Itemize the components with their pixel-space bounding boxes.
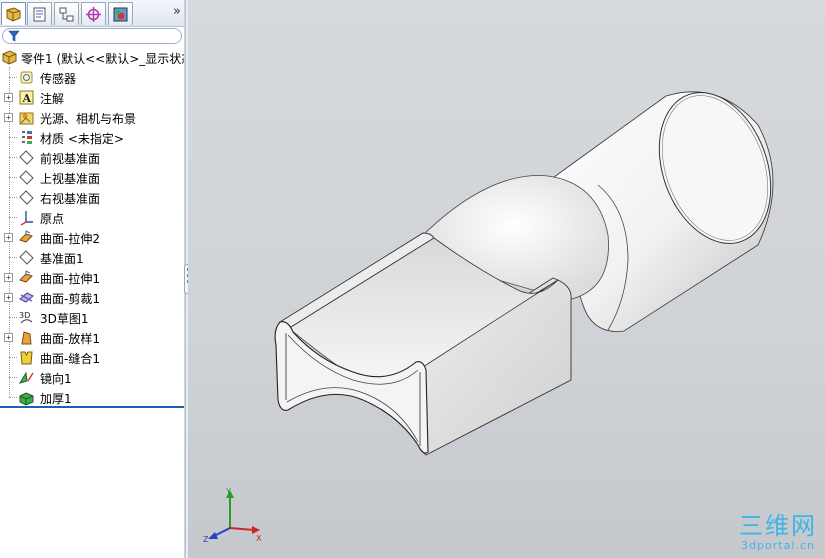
property-manager-tab[interactable] <box>27 2 52 25</box>
sketch-3d-icon: 3D <box>19 311 33 324</box>
tree-item-label: 加厚1 <box>40 392 72 406</box>
feature-manager-tab[interactable] <box>1 2 26 25</box>
mirror-icon <box>18 371 34 384</box>
tree-item-surface-extrude1[interactable]: + 曲面-拉伸1 <box>0 267 184 287</box>
expand-toggle[interactable]: + <box>4 333 13 342</box>
display-manager-tab[interactable] <box>108 2 133 25</box>
graphics-viewport[interactable]: Y X Z 三维网 3dportal.cn <box>188 0 825 558</box>
surface-extrude-icon <box>19 230 33 243</box>
tree-item-label: 曲面-拉伸2 <box>40 232 100 246</box>
surface-trim-icon <box>19 292 34 303</box>
tree-item-surface-loft1[interactable]: + 曲面-放样1 <box>0 327 184 347</box>
tree-item-label: 曲面-缝合1 <box>40 352 100 366</box>
feature-manager-panel: » 零件1 (默认<<默认>_显示状态 传感器 + A 注解 + 光源、相机与布… <box>0 0 185 558</box>
tree-item-label: 原点 <box>40 212 65 226</box>
manager-tab-bar: » <box>0 0 184 27</box>
tree-item-mirror1[interactable]: 镜向1 <box>0 367 184 387</box>
tree-item-surface-knit1[interactable]: 曲面-缝合1 <box>0 347 184 367</box>
tree-item-front-plane[interactable]: 前视基准面 <box>0 147 184 167</box>
expand-toggle[interactable]: + <box>4 93 13 102</box>
tree-item-label: 光源、相机与布景 <box>40 112 137 126</box>
tree-item-top-plane[interactable]: 上视基准面 <box>0 167 184 187</box>
svg-text:A: A <box>22 92 32 105</box>
triad-x-label: X <box>256 534 262 543</box>
tree-connector <box>9 77 17 78</box>
dim-xpert-tab[interactable] <box>81 2 106 25</box>
tree-item-label: 镜向1 <box>40 372 72 386</box>
tree-item-label: 前视基准面 <box>40 152 101 166</box>
plane-icon <box>19 170 34 185</box>
tree-connector <box>9 257 17 258</box>
feature-manager-icon <box>6 6 21 22</box>
tree-item-label: 曲面-剪裁1 <box>40 292 100 306</box>
surface-extrude-icon <box>19 270 33 283</box>
thicken-icon <box>19 392 34 406</box>
rollback-bar[interactable] <box>0 406 184 408</box>
filter-row <box>0 27 184 46</box>
triad-y-label: Y <box>225 487 231 496</box>
tree-item-label: 传感器 <box>40 72 77 86</box>
watermark-url: 3dportal.cn <box>741 539 815 552</box>
expand-toggle[interactable]: + <box>4 273 13 282</box>
tree-item-label: 3D草图1 <box>40 312 89 326</box>
plane-icon <box>19 250 34 265</box>
tree-item-lights-cameras-scene[interactable]: + 光源、相机与布景 <box>0 107 184 127</box>
tree-connector <box>9 397 17 398</box>
tree-item-label: 上视基准面 <box>40 172 101 186</box>
triad-z-label: Z <box>203 535 209 544</box>
tree-item-thicken1[interactable]: 加厚1 <box>0 387 184 407</box>
part-model[interactable] <box>188 0 825 558</box>
plane-icon <box>19 150 34 165</box>
origin-icon <box>20 211 33 226</box>
tree-item-3d-sketch1[interactable]: 3D 3D草图1 <box>0 307 184 327</box>
expand-toggle[interactable]: + <box>4 113 13 122</box>
filter-icon <box>8 30 20 42</box>
tree-item-surface-trim1[interactable]: + 曲面-剪裁1 <box>0 287 184 307</box>
part-icon <box>2 50 17 65</box>
expand-toggle[interactable]: + <box>4 293 13 302</box>
svg-text:3D: 3D <box>19 311 30 320</box>
expand-toggle[interactable]: + <box>4 233 13 242</box>
plane-icon <box>19 190 34 205</box>
tree-item-label: 曲面-拉伸1 <box>40 272 100 286</box>
display-manager-icon <box>113 7 128 21</box>
sensor-icon <box>20 71 33 84</box>
dim-xpert-icon <box>86 6 101 22</box>
property-manager-icon <box>33 7 46 21</box>
tree-item-label: 右视基准面 <box>40 192 101 206</box>
lights-cameras-scene-icon <box>19 112 34 125</box>
tree-item-right-plane[interactable]: 右视基准面 <box>0 187 184 207</box>
tree-item-label: 注解 <box>40 92 65 106</box>
tree-root-part[interactable]: 零件1 (默认<<默认>_显示状态 <box>0 47 185 67</box>
tree-connector <box>9 357 17 358</box>
surface-knit-icon <box>20 351 33 365</box>
tree-connector <box>9 317 17 318</box>
tabs-overflow-button[interactable]: » <box>173 4 181 19</box>
tree-filter-input[interactable] <box>2 28 182 44</box>
tree-item-label: 曲面-放样1 <box>40 332 100 346</box>
tree-connector <box>9 177 17 178</box>
tree-item-plane1[interactable]: 基准面1 <box>0 247 184 267</box>
watermark-logo-text: 三维网 <box>739 512 817 540</box>
tree-item-sensors[interactable]: 传感器 <box>0 67 184 87</box>
material-icon <box>22 131 32 144</box>
configuration-manager-icon <box>59 7 74 21</box>
site-watermark: 三维网 3dportal.cn <box>739 513 817 552</box>
configuration-manager-tab[interactable] <box>54 2 79 25</box>
view-orientation-triad: Y X Z <box>203 487 262 544</box>
tree-connector <box>9 217 17 218</box>
tree-item-label: 材质 <未指定> <box>40 132 124 146</box>
annotation-icon: A <box>19 90 34 105</box>
tree-item-material[interactable]: 材质 <未指定> <box>0 127 184 147</box>
tree-connector <box>9 197 17 198</box>
tree-item-origin[interactable]: 原点 <box>0 207 184 227</box>
tree-item-annotations[interactable]: + A 注解 <box>0 87 184 107</box>
tree-connector <box>9 377 17 378</box>
tree-item-surface-extrude2[interactable]: + 曲面-拉伸2 <box>0 227 184 247</box>
tree-root-label: 零件1 (默认<<默认>_显示状态 <box>21 52 185 66</box>
surface-loft-icon <box>21 331 32 345</box>
tree-connector <box>9 137 17 138</box>
tree-connector <box>9 157 17 158</box>
tree-item-label: 基准面1 <box>40 252 84 266</box>
